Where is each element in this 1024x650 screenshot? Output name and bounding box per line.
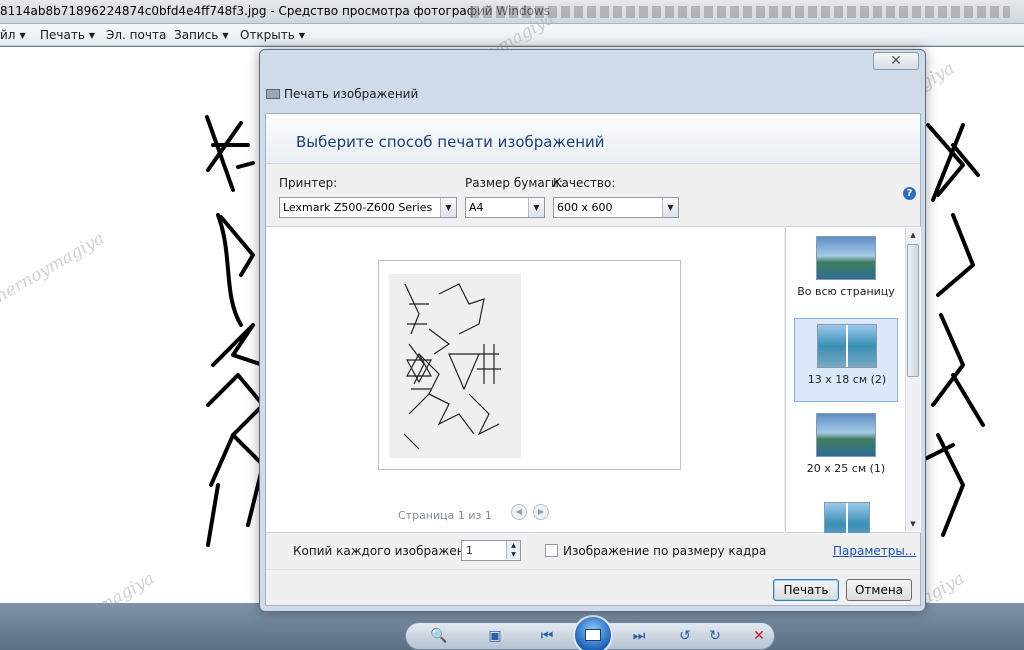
zoom-icon[interactable]: 🔍	[428, 627, 450, 645]
help-icon[interactable]: ?	[903, 187, 916, 200]
stepper-up-icon[interactable]: ▲	[506, 541, 520, 550]
viewer-titlebar: 8114ab8b71896224874c0bfd4e4ff748f3.jpg -…	[0, 0, 1024, 24]
window-title: 8114ab8b71896224874c0bfd4e4ff748f3.jpg -…	[0, 4, 550, 18]
menu-open[interactable]: Открыть ▼	[240, 28, 305, 42]
layout-item-label: 20 x 25 см (1)	[806, 462, 886, 475]
titlebar-obscured-area	[470, 6, 1010, 18]
cancel-button[interactable]: Отмена	[846, 579, 912, 601]
quality-label: Качество:	[553, 176, 616, 190]
printer-select[interactable]: Lexmark Z500-Z600 Series ▼	[279, 197, 457, 218]
print-preview-pane: Страница 1 из 1 ◀ ▶	[266, 226, 784, 533]
next-page-button[interactable]: ▶	[533, 504, 549, 520]
menu-print[interactable]: Печать ▼	[40, 28, 95, 42]
next-icon[interactable]: ⏭	[628, 627, 650, 645]
layout-thumbnail	[817, 324, 877, 368]
layout-scrollbar[interactable]: ▲ ▼	[905, 228, 920, 531]
layout-list: Во всю страницу 13 x 18 см (2) 20 x 25 с…	[785, 226, 921, 533]
options-row: Копий каждого изображения: 1 ▲ ▼ Изображ…	[266, 534, 920, 568]
paper-size-select[interactable]: A4 ▼	[465, 197, 545, 218]
printer-label: Принтер:	[279, 176, 338, 190]
chevron-down-icon: ▼	[88, 31, 96, 40]
scrollbar-thumb[interactable]	[907, 244, 919, 377]
copies-label: Копий каждого изображения:	[293, 544, 484, 558]
slideshow-icon	[585, 629, 601, 641]
menu-burn[interactable]: Запись ▼	[174, 28, 229, 42]
layout-item-full-page[interactable]: Во всю страницу	[794, 231, 898, 315]
options-link[interactable]: Параметры...	[833, 544, 916, 558]
preview-page	[378, 260, 681, 470]
dialog-heading: Выберите способ печати изображений	[296, 133, 605, 151]
fit-frame-label: Изображение по размеру кадра	[563, 544, 767, 558]
layout-thumbnail	[816, 236, 876, 280]
chevron-down-icon: ▼	[440, 198, 456, 217]
menu-file[interactable]: йл ▼	[0, 28, 26, 42]
rotate-left-icon[interactable]: ↺	[674, 627, 696, 645]
chevron-down-icon: ▼	[298, 31, 305, 40]
layout-item-label: 13 x 18 см (2)	[807, 373, 887, 386]
layout-item-20x25[interactable]: 20 x 25 см (1)	[794, 408, 898, 492]
chevron-down-icon: ▼	[222, 31, 229, 40]
scroll-up-icon[interactable]: ▲	[906, 228, 920, 242]
dialog-buttons: Печать Отмена	[266, 569, 920, 605]
dialog-title: Печать изображений	[266, 87, 418, 101]
layout-item-label: Во всю страницу	[797, 285, 895, 298]
scroll-down-icon[interactable]: ▼	[906, 517, 920, 531]
slideshow-button[interactable]	[573, 615, 613, 650]
chevron-down-icon: ▼	[528, 198, 544, 217]
print-dialog: ✕ Печать изображений Выберите способ печ…	[259, 49, 926, 612]
layout-item-more[interactable]	[794, 497, 898, 533]
fit-frame-checkbox[interactable]	[545, 544, 558, 557]
stepper-down-icon[interactable]: ▼	[506, 550, 520, 559]
rotate-right-icon[interactable]: ↻	[704, 627, 726, 645]
viewer-menubar: йл ▼ Печать ▼ Эл. почта Запись ▼ Открыть ▼	[0, 24, 1024, 46]
printer-icon	[266, 89, 280, 99]
previous-icon[interactable]: ⏮	[536, 627, 558, 645]
copies-stepper[interactable]: 1 ▲ ▼	[461, 540, 521, 561]
print-button[interactable]: Печать	[773, 579, 839, 601]
chevron-down-icon: ▼	[662, 198, 678, 217]
paper-size-label: Размер бумаги:	[465, 176, 563, 190]
page-indicator: Страница 1 из 1	[398, 509, 492, 522]
menu-email[interactable]: Эл. почта	[106, 28, 166, 42]
close-button[interactable]: ✕	[873, 52, 919, 70]
dialog-client-area: Выберите способ печати изображений Принт…	[265, 113, 921, 606]
delete-icon[interactable]: ✕	[748, 627, 770, 645]
layout-item-13x18[interactable]: 13 x 18 см (2)	[794, 318, 898, 402]
quality-select[interactable]: 600 x 600 ▼	[553, 197, 679, 218]
dialog-header: Выберите способ печати изображений	[266, 114, 920, 164]
layout-thumbnail	[816, 413, 876, 457]
previous-page-button[interactable]: ◀	[511, 504, 527, 520]
chevron-down-icon: ▼	[19, 31, 26, 40]
actual-size-icon[interactable]: ▣	[484, 627, 506, 645]
layout-thumbnail	[824, 502, 870, 533]
preview-image	[389, 274, 521, 458]
